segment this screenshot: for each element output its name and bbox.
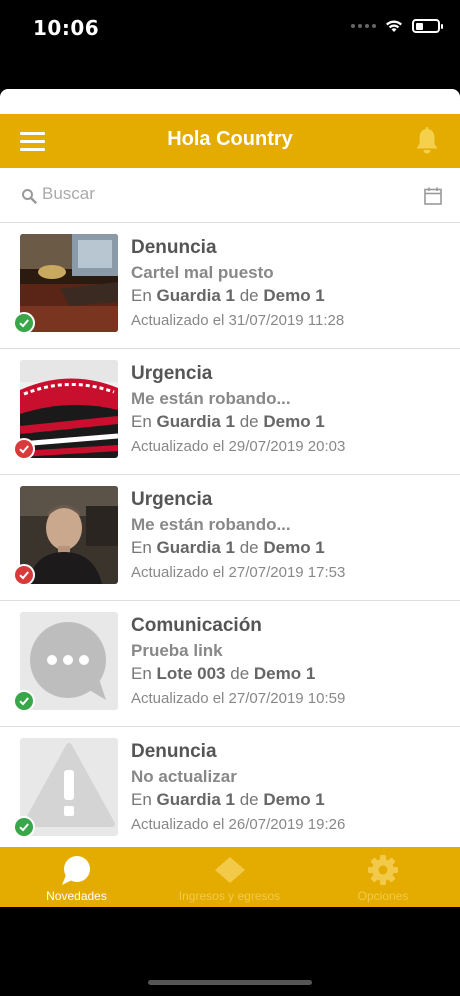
item-subtitle: Cartel mal puesto bbox=[131, 263, 274, 282]
page-title: Hola Country bbox=[167, 128, 293, 150]
app-header: Hola Country bbox=[0, 114, 460, 168]
status-icons bbox=[351, 19, 443, 33]
battery-icon bbox=[412, 19, 443, 33]
tab-label: Novedades bbox=[46, 889, 107, 903]
list-item[interactable]: Urgencia Me están robando... En Guardia … bbox=[0, 475, 460, 601]
diamond-icon bbox=[214, 857, 245, 883]
signal-dots-icon bbox=[351, 24, 376, 28]
item-updated: Actualizado el 29/07/2019 20:03 bbox=[131, 438, 346, 455]
item-type: Urgencia bbox=[131, 489, 213, 510]
tab-opciones[interactable]: Opciones bbox=[306, 847, 460, 907]
status-time: 10:06 bbox=[33, 16, 100, 40]
gear-icon bbox=[368, 855, 398, 885]
status-ok-icon bbox=[13, 816, 35, 838]
tab-bar: Novedades Ingresos y egresos Opciones bbox=[0, 847, 460, 907]
item-location: En Guardia 1 de Demo 1 bbox=[131, 790, 325, 809]
item-updated: Actualizado el 27/07/2019 10:59 bbox=[131, 690, 346, 707]
item-type: Urgencia bbox=[131, 363, 213, 384]
news-list: Denuncia Cartel mal puesto En Guardia 1 … bbox=[0, 223, 460, 853]
status-alert-icon bbox=[13, 438, 35, 460]
item-subtitle: Me están robando... bbox=[131, 515, 291, 534]
item-updated: Actualizado el 26/07/2019 19:26 bbox=[131, 816, 346, 833]
app-screen: Hola Country Buscar Denuncia Cartel mal … bbox=[0, 89, 460, 907]
list-item[interactable]: Denuncia No actualizar En Guardia 1 de D… bbox=[0, 727, 460, 853]
list-item[interactable]: Urgencia Me están robando... En Guardia … bbox=[0, 349, 460, 475]
tab-label: Ingresos y egresos bbox=[178, 889, 281, 903]
item-photo bbox=[20, 234, 118, 332]
item-type: Comunicación bbox=[131, 615, 262, 636]
item-location: En Lote 003 de Demo 1 bbox=[131, 664, 316, 683]
list-item[interactable]: Denuncia Cartel mal puesto En Guardia 1 … bbox=[0, 223, 460, 349]
list-item[interactable]: Comunicación Prueba link En Lote 003 de … bbox=[0, 601, 460, 727]
search-input[interactable] bbox=[42, 182, 402, 206]
home-indicator[interactable] bbox=[148, 980, 312, 985]
item-location: En Guardia 1 de Demo 1 bbox=[131, 412, 325, 431]
item-updated: Actualizado el 31/07/2019 11:28 bbox=[131, 312, 345, 329]
item-updated: Actualizado el 27/07/2019 17:53 bbox=[131, 564, 346, 581]
status-ok-icon bbox=[13, 690, 35, 712]
status-alert-icon bbox=[13, 564, 35, 586]
chat-bubble-icon bbox=[61, 856, 90, 885]
item-location: En Guardia 1 de Demo 1 bbox=[131, 286, 325, 305]
item-type: Denuncia bbox=[131, 237, 217, 258]
tab-ingresos-egresos[interactable]: Ingresos y egresos bbox=[153, 847, 306, 907]
status-ok-icon bbox=[13, 312, 35, 334]
warning-icon bbox=[20, 738, 118, 836]
item-subtitle: No actualizar bbox=[131, 767, 237, 786]
status-bar: 10:06 bbox=[0, 0, 460, 60]
item-location: En Guardia 1 de Demo 1 bbox=[131, 538, 325, 557]
item-subtitle: Me están robando... bbox=[131, 389, 291, 408]
bell-icon[interactable] bbox=[414, 127, 440, 155]
tab-label: Opciones bbox=[357, 889, 409, 903]
calendar-icon[interactable] bbox=[424, 187, 442, 205]
wifi-icon bbox=[386, 20, 402, 32]
tab-novedades[interactable]: Novedades bbox=[0, 847, 153, 907]
item-subtitle: Prueba link bbox=[131, 641, 223, 660]
search-bar bbox=[0, 168, 460, 223]
item-photo bbox=[20, 486, 118, 584]
search-icon bbox=[22, 189, 37, 204]
chat-bubble-icon bbox=[20, 612, 118, 710]
item-photo bbox=[20, 360, 118, 458]
item-type: Denuncia bbox=[131, 741, 217, 762]
